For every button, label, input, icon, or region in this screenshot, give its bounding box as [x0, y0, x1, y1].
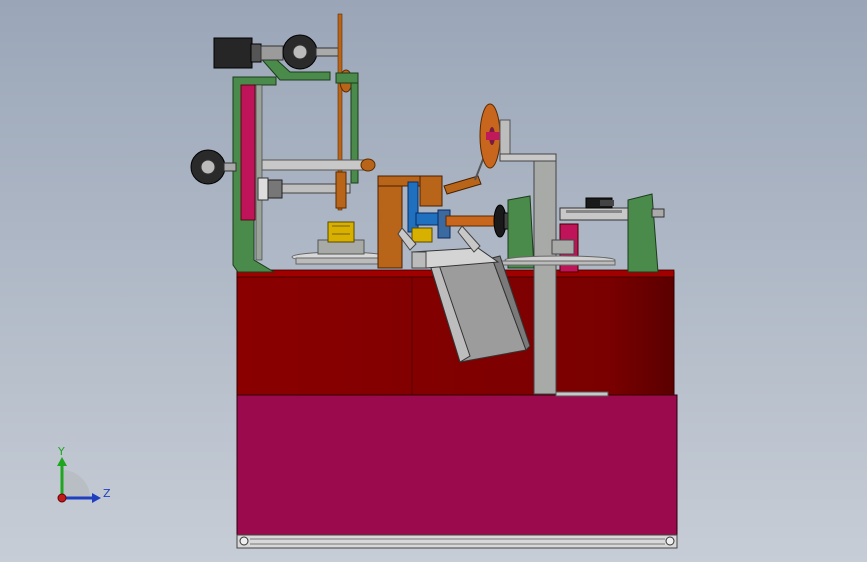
base-cabinet	[236, 394, 678, 536]
triad-origin	[57, 493, 67, 503]
machine-assembly-drawing: Y Z	[0, 0, 867, 562]
rail-foot-left	[239, 536, 249, 546]
left-magenta-panel	[240, 84, 256, 221]
bottom-rail	[236, 534, 678, 549]
y-axis-label: Y	[57, 445, 65, 458]
stepper-motor	[213, 37, 253, 69]
left-yellow-bobbin	[327, 221, 355, 243]
cad-viewport[interactable]: Y Z	[0, 0, 867, 562]
tall-support-post	[533, 155, 557, 395]
z-axis-label: Z	[103, 487, 111, 500]
left-frame-inner-bar	[255, 84, 263, 261]
horizontal-guide-bar	[261, 159, 373, 171]
green-arm	[335, 72, 359, 84]
motor-coupling	[260, 45, 284, 61]
main-drive-shaft	[445, 215, 501, 227]
central-orange-bracket	[377, 175, 403, 269]
right-shaft-stub	[651, 208, 665, 218]
linear-guide-rail	[559, 207, 629, 221]
rail-foot-right	[665, 536, 675, 546]
